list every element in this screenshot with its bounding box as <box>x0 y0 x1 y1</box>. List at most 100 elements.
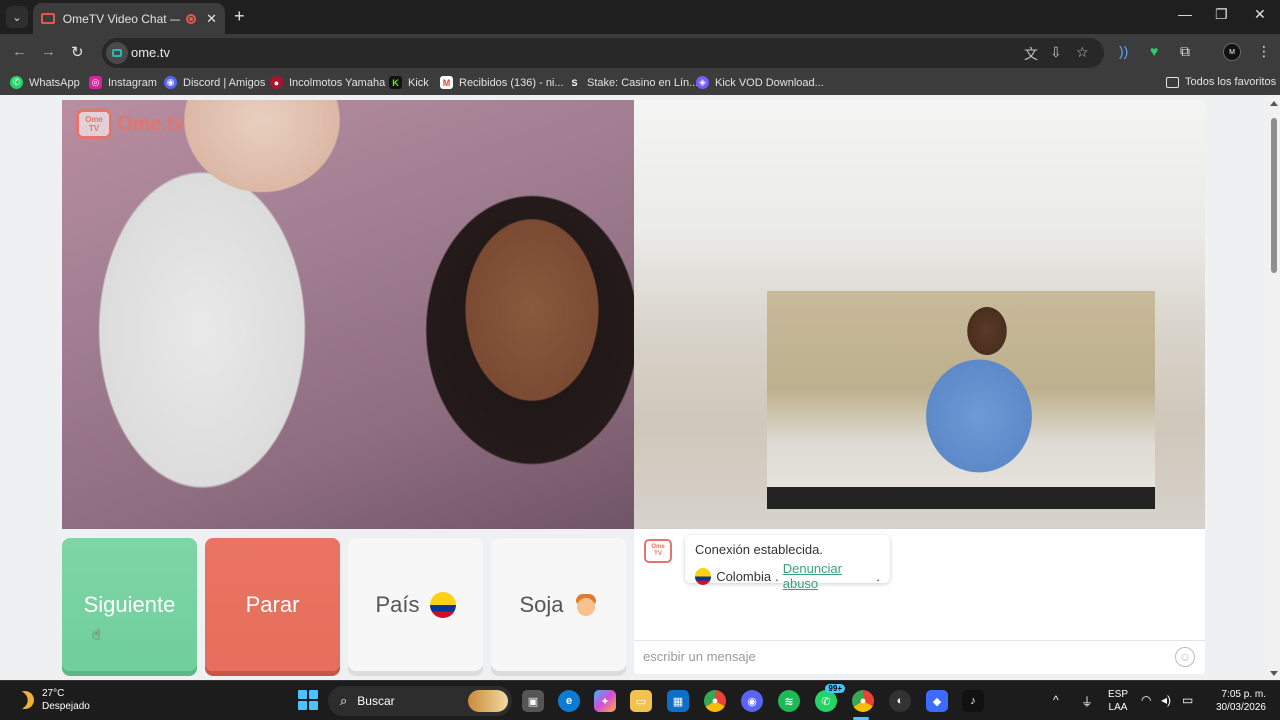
chrome-icon[interactable]: ● <box>704 690 726 712</box>
windows-taskbar: 27°C Despejado ⌕ Buscar ▣ e ✦ ▭ ▦ ● ◉ ≋ … <box>0 680 1280 720</box>
whatsapp-badge: 99+ <box>825 684 845 693</box>
edge-icon[interactable]: e <box>558 690 580 712</box>
bookmark-stake[interactable]: S Stake: Casino en Lín... <box>568 76 698 89</box>
tab-close-icon[interactable]: ✕ <box>206 11 217 27</box>
scroll-up-icon[interactable] <box>1270 101 1278 106</box>
stop-button[interactable]: Parar <box>205 538 340 671</box>
colombia-flag-icon <box>429 591 456 618</box>
start-windows-icon[interactable] <box>298 690 318 710</box>
ometv-chat-avatar-icon: Ome TV <box>644 539 672 563</box>
file-explorer-icon[interactable]: ▭ <box>630 690 652 712</box>
new-tab-button[interactable]: + <box>234 6 245 27</box>
weather-desc: Despejado <box>42 701 90 712</box>
moon-icon <box>13 688 36 711</box>
stake-icon: S <box>568 76 581 89</box>
hand-cursor-icon: ☝ <box>92 626 101 642</box>
task-view-icon[interactable]: ▣ <box>522 690 544 712</box>
clock-date: 30/03/2026 <box>1215 702 1266 713</box>
extensions-puzzle-icon[interactable]: ⧉ <box>1180 43 1190 60</box>
discord-taskbar-icon[interactable]: ◉ <box>741 690 763 712</box>
address-bar[interactable]: ome.tv 文 ⇩ ☆ <box>102 38 1104 68</box>
spotify-icon[interactable]: ≋ <box>778 690 800 712</box>
wifi-icon[interactable]: ◠ <box>1141 693 1151 707</box>
yamaha-icon: ● <box>270 76 283 89</box>
bookmark-gmail[interactable]: M Recibidos (136) - ni... <box>440 76 564 89</box>
microphone-icon[interactable]: ⏚ <box>1081 693 1093 710</box>
country-selector[interactable]: País <box>348 538 483 671</box>
volume-icon[interactable]: ◂) <box>1161 693 1171 707</box>
discord-icon: ◉ <box>164 76 177 89</box>
recording-icon <box>186 13 197 24</box>
minimize-button[interactable]: — <box>1178 6 1192 22</box>
chrome-active-icon[interactable]: ● <box>852 690 874 712</box>
url-text: ome.tv <box>131 45 171 60</box>
roblox-icon[interactable]: ◆ <box>926 690 948 712</box>
back-arrow-icon[interactable]: ← <box>12 43 27 60</box>
tv-logo-icon: Ome TV <box>76 109 112 139</box>
kick-icon: K <box>389 76 402 89</box>
maximize-button[interactable]: ❐ <box>1215 6 1228 23</box>
connection-status: Conexión establecida. <box>695 542 823 557</box>
bookmark-discord[interactable]: ◉ Discord | Amigos <box>164 76 265 89</box>
colombia-flag-icon <box>695 567 712 585</box>
bookmark-yamaha[interactable]: ● Incolmotos Yamaha <box>270 76 385 89</box>
battery-icon[interactable]: ▭ <box>1182 693 1193 707</box>
logo-text: Ome.tv <box>117 112 185 135</box>
browser-toolbar: ← → ↻ ome.tv 文 ⇩ ☆ )) ♥ ⧉ M ⋮ <box>0 34 1280 72</box>
chat-input-row: ☺ <box>634 640 1205 674</box>
install-app-icon[interactable]: ⇩ <box>1050 44 1062 61</box>
desk-shape <box>767 487 1155 509</box>
tiktok-icon[interactable]: ♪ <box>962 690 984 712</box>
scroll-thumb[interactable] <box>1271 118 1277 273</box>
next-button[interactable]: Siguiente <box>62 538 197 671</box>
gmail-icon: M <box>440 76 453 89</box>
tab-strip: ⌄ OmeTV Video Chat — Alter ✕ + — ❐ ✕ <box>0 0 1280 34</box>
ometv-favicon-icon <box>41 13 55 24</box>
whatsapp-taskbar-icon[interactable]: ✆ 99+ <box>815 684 845 712</box>
whatsapp-icon: ✆ <box>10 76 23 89</box>
bookmark-kick[interactable]: K Kick <box>389 76 429 89</box>
search-highlight-image <box>468 690 508 712</box>
all-favorites-folder[interactable]: Todos los favoritos <box>1166 76 1276 88</box>
instagram-icon: ◎ <box>89 76 102 89</box>
taskbar-search[interactable]: ⌕ Buscar <box>328 686 512 716</box>
site-info-icon[interactable] <box>106 42 128 64</box>
browser-tab[interactable]: OmeTV Video Chat — Alter ✕ <box>33 3 225 34</box>
folder-icon <box>1166 76 1179 88</box>
forward-arrow-icon[interactable]: → <box>41 43 56 60</box>
translate-icon[interactable]: 文 <box>1024 44 1038 64</box>
close-window-button[interactable]: ✕ <box>1254 6 1266 23</box>
browser-menu-icon[interactable]: ⋮ <box>1257 43 1271 60</box>
bookmark-instagram[interactable]: ◎ Instagram <box>89 76 157 89</box>
report-abuse-link[interactable]: Denunciar abuso <box>783 561 877 591</box>
gender-selector[interactable]: Soja <box>491 538 626 671</box>
bookmark-whatsapp[interactable]: ✆ WhatsApp <box>10 76 80 89</box>
extension-audio-icon[interactable]: )) <box>1119 43 1128 59</box>
bookmark-star-icon[interactable]: ☆ <box>1076 44 1089 61</box>
obs-icon[interactable]: ◐ <box>889 690 911 712</box>
tab-search-icon[interactable]: ⌄ <box>6 6 28 28</box>
tab-title: OmeTV Video Chat — Alter <box>62 11 180 26</box>
reload-icon[interactable]: ↻ <box>71 43 84 61</box>
system-message: Conexión establecida. Colombia . Denunci… <box>685 535 890 591</box>
show-hidden-icons-chevron-icon[interactable]: ^ <box>1053 693 1059 707</box>
scroll-down-icon[interactable] <box>1270 671 1278 676</box>
ometv-logo[interactable]: Ome TV Ome.tv <box>76 109 185 139</box>
language-indicator[interactable]: ESP LAA <box>1108 688 1128 714</box>
bookmark-kick-vod[interactable]: ◈ Kick VOD Download... <box>696 76 824 89</box>
message-input[interactable] <box>643 649 1163 664</box>
store-icon[interactable]: ▦ <box>667 690 689 712</box>
boy-emoji-icon <box>574 592 598 618</box>
weather-temp: 27°C <box>42 688 65 699</box>
system-clock[interactable]: 7:05 p. m. 30/03/2026 <box>1210 688 1266 714</box>
profile-avatar[interactable]: M <box>1223 43 1241 61</box>
chat-panel: Ome TV Conexión establecida. Colombia . … <box>634 529 1205 674</box>
ometv-page: Ome TV Ome.tv Siguiente Parar País Soja … <box>0 95 1268 680</box>
copilot-icon[interactable]: ✦ <box>594 690 616 712</box>
weather-widget[interactable]: 27°C Despejado <box>16 687 90 713</box>
extension-vpn-icon[interactable]: ♥ <box>1150 43 1158 59</box>
kickvod-icon: ◈ <box>696 76 709 89</box>
page-scrollbar[interactable] <box>1268 95 1280 680</box>
emoji-icon[interactable]: ☺ <box>1175 647 1195 667</box>
partner-country: Colombia <box>716 568 772 584</box>
